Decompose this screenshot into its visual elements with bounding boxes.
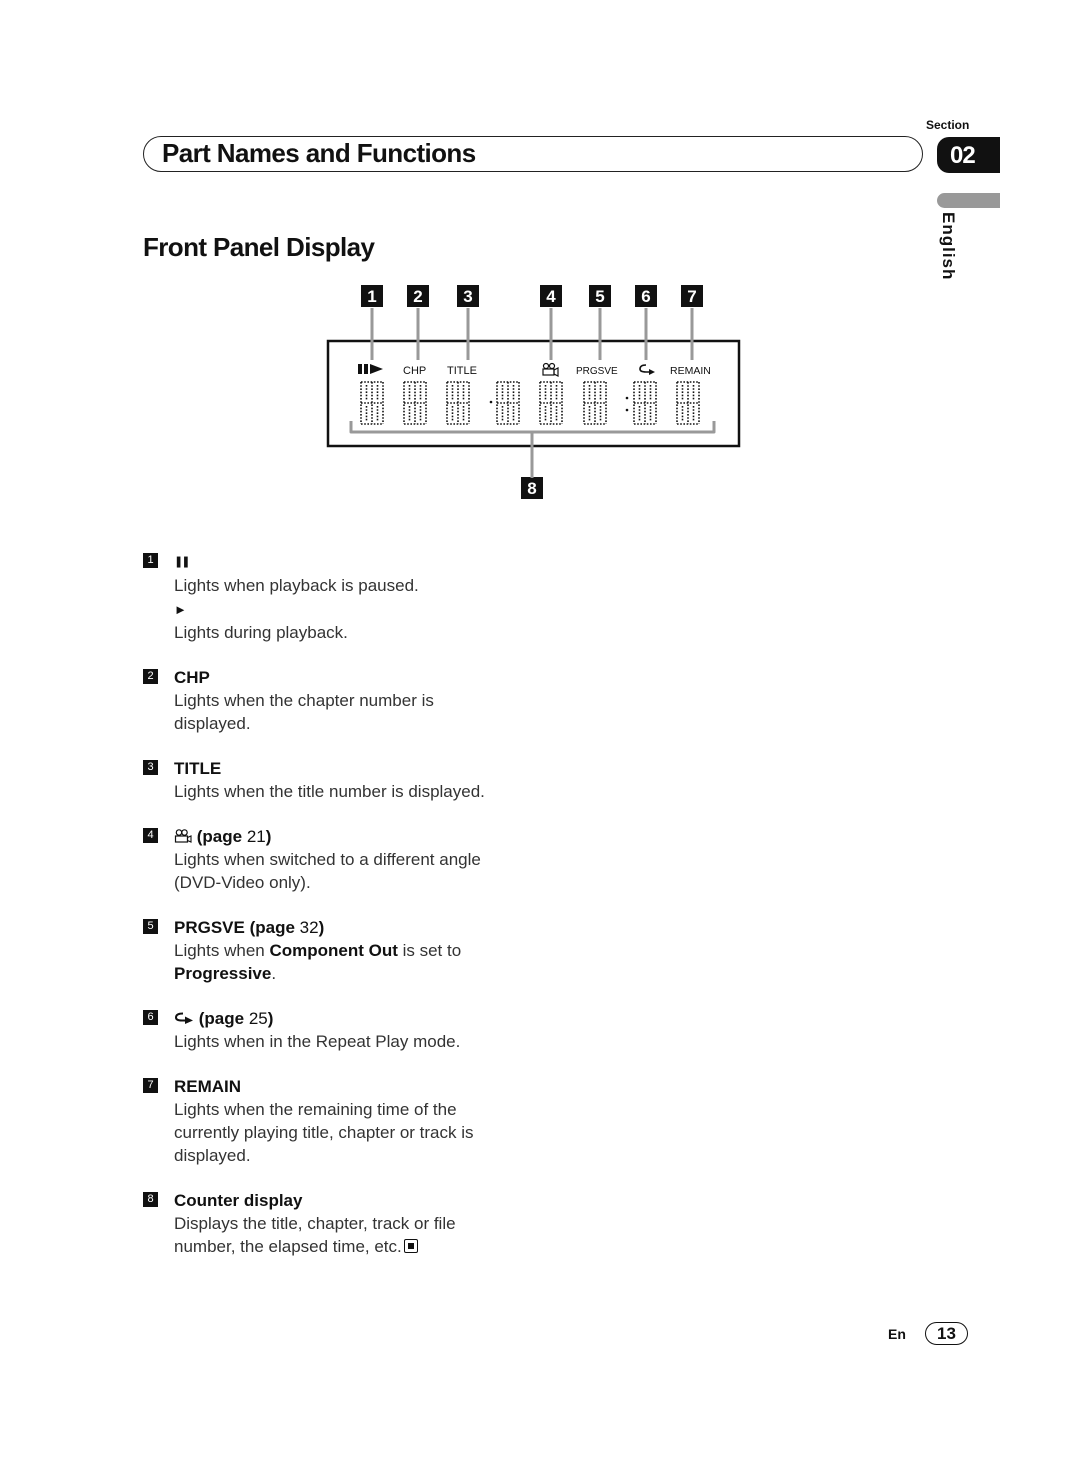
callout-number-4: 4 [546,287,556,306]
setting-name: Component Out [269,941,398,960]
display-outline [326,339,741,448]
setting-value: Progressive [174,964,272,983]
page-ref-link[interactable]: 32 [300,918,319,937]
page-ref-link[interactable]: 25 [249,1009,268,1028]
pause-play-indicator [358,364,383,374]
item-number-3: 3 [143,760,158,775]
page-ref-link[interactable]: 21 [247,827,266,846]
item-6: 6 (page 25) Lights when in the Repeat Pl… [143,1007,543,1053]
repeat-indicator [639,364,655,375]
item-description: Lights when the title number is displaye… [174,782,485,801]
item-description: Lights when the chapter number is displa… [174,691,434,733]
item-description: Lights during playback. [174,623,348,642]
colon-top [625,396,629,400]
language-label: English [939,212,958,281]
item-number-6: 6 [143,1010,158,1025]
footer-language-code: En [888,1326,906,1342]
item-number-4: 4 [143,828,158,843]
page-ref-close: ) [318,918,325,937]
pause-icon: ❚❚ [174,556,191,568]
item-description: Lights when Component Out is set to Prog… [174,941,462,983]
item-8: 8 Counter display Displays the title, ch… [143,1189,543,1258]
page-ref-close: ) [265,827,272,846]
item-7: 7 REMAIN Lights when the remaining time … [143,1075,543,1167]
counter-digit [633,381,657,425]
indicator-descriptions: 1 ❚❚ Lights when playback is paused. ► L… [143,550,543,1280]
front-panel-diagram: 1 2 3 4 5 6 7 8 CHP TITLE PRGSVE REMAIN [326,285,741,499]
callout-number-6: 6 [641,287,650,306]
item-title: PRGSVE [174,918,245,937]
callout-number-1: 1 [367,287,376,306]
item-description: Lights when switched to a different angl… [174,850,481,892]
angle-indicator [542,362,559,377]
counter-digit [446,381,470,425]
counter-bracket [349,421,716,434]
item-4: 4 (page 21) Lights when switched to a di… [143,825,543,894]
counter-digit [539,381,563,425]
callout-number-3: 3 [463,287,472,306]
item-1: 1 ❚❚ Lights when playback is paused. ► L… [143,550,543,644]
callout-number-7: 7 [687,287,696,306]
page-ref-label: (page [249,918,295,937]
item-description: Lights when the remaining time of the cu… [174,1100,474,1165]
decimal-point [489,400,493,404]
remain-indicator: REMAIN [670,365,711,377]
counter-digit [583,381,607,425]
chapter-title: Part Names and Functions [162,138,476,168]
item-5: 5 PRGSVE (page 32) Lights when Component… [143,916,543,985]
title-indicator: TITLE [447,365,477,377]
item-title: Counter display [174,1191,303,1210]
item-number-5: 5 [143,919,158,934]
item-2: 2 CHP Lights when the chapter number is … [143,666,543,735]
language-tab [937,193,1000,208]
counter-digit [676,381,700,425]
callout-number-5: 5 [595,287,604,306]
page-ref-label: (page [198,1009,245,1028]
angle-icon [174,829,192,843]
page-ref-label: (page [196,827,243,846]
item-number-8: 8 [143,1192,158,1207]
repeat-icon [174,1012,193,1024]
item-description: Lights when in the Repeat Play mode. [174,1032,461,1051]
item-title: REMAIN [174,1077,242,1096]
counter-digit [496,381,520,425]
section-label: Section [926,118,970,132]
prgsve-indicator: PRGSVE [576,366,618,377]
section-number-badge: 02 [937,137,1000,173]
page-heading: Front Panel Display [143,232,375,262]
item-description: Lights when playback is paused. [174,576,419,595]
chp-indicator: CHP [403,365,426,377]
callout-number-2: 2 [413,287,422,306]
item-number-2: 2 [143,669,158,684]
colon-bottom [625,408,629,412]
page-ref-close: ) [267,1009,274,1028]
counter-digit [403,381,427,425]
play-icon: ► [174,602,187,617]
counter-digit [360,381,384,425]
item-title: TITLE [174,759,222,778]
callout-number-8: 8 [527,479,536,498]
page-number: 13 [925,1322,968,1345]
item-3: 3 TITLE Lights when the title number is … [143,757,543,803]
item-number-7: 7 [143,1078,158,1093]
end-mark-icon [403,1239,418,1253]
item-title: CHP [174,668,210,687]
item-number-1: 1 [143,553,158,568]
